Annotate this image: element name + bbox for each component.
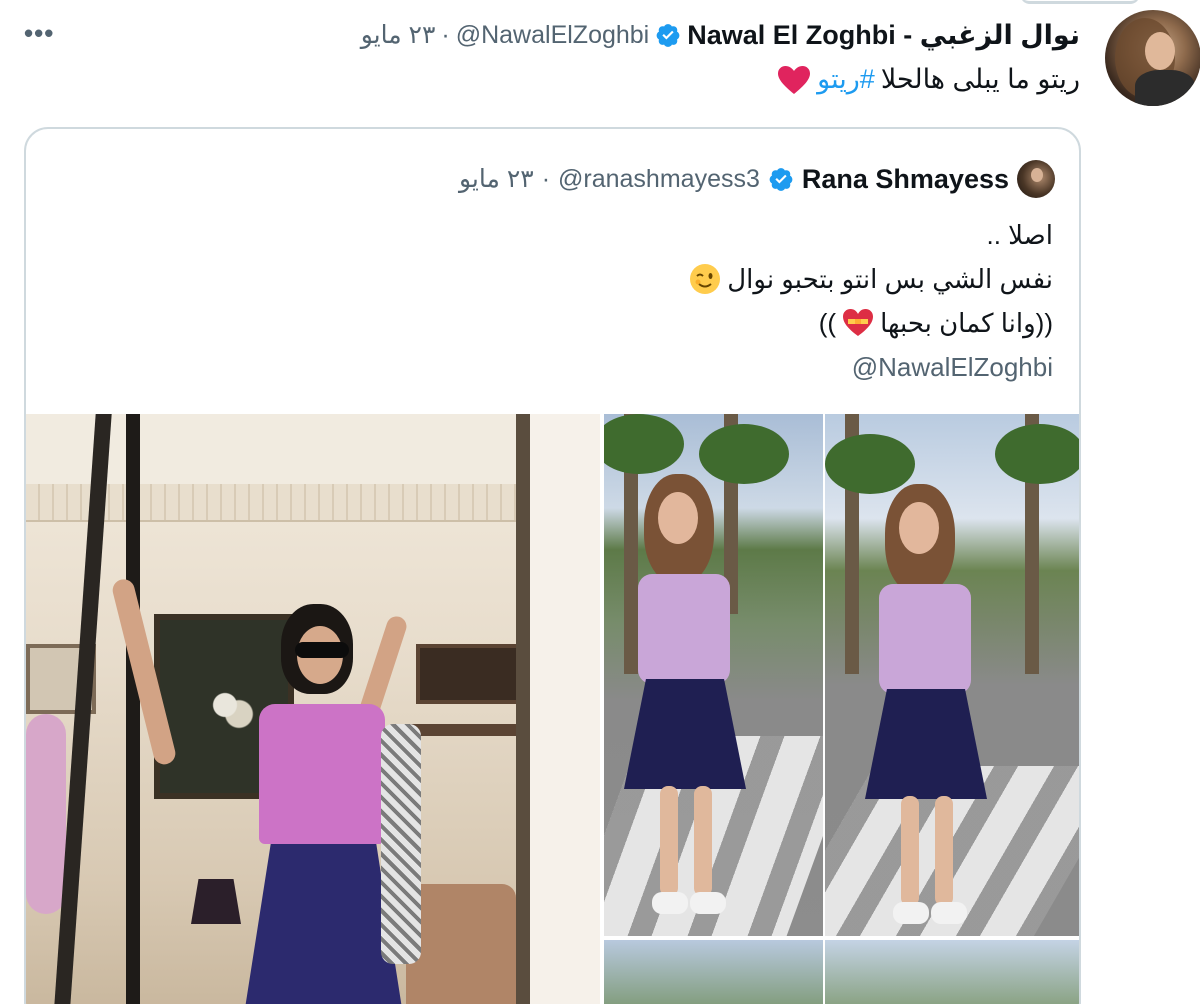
winking-face-emoji-icon xyxy=(690,264,721,294)
photo-collage-tile xyxy=(825,940,1079,1004)
separator-dot: · xyxy=(541,164,551,193)
quoted-tweet-card[interactable]: Rana Shmayess @ranashmayess3 · ٢٣ مايو ا… xyxy=(24,127,1081,1004)
photo-collage-tile xyxy=(825,414,1079,936)
quoted-line-1: اصلا .. xyxy=(986,220,1054,250)
quoted-photo-2[interactable] xyxy=(604,414,1079,1004)
quoted-photo-1[interactable] xyxy=(26,414,600,1004)
quoted-tweet-time[interactable]: ٢٣ مايو xyxy=(459,164,534,194)
author-avatar[interactable] xyxy=(1105,10,1200,106)
heart-with-ribbon-emoji-icon xyxy=(843,309,874,336)
tweet-text: ريتو ما يبلى هالحلا #ريتو xyxy=(777,64,1080,95)
red-heart-emoji-icon xyxy=(778,65,811,94)
quoted-line-2: نفس الشي بس انتو بتحبو نوال xyxy=(689,257,1053,301)
author-handle[interactable]: @NawalElZoghbi xyxy=(456,21,650,50)
tweet[interactable]: ••• Nawal El Zoghbi - نوال الزغبي @Nawal… xyxy=(0,0,1200,1004)
photo-collage-tile xyxy=(604,414,823,936)
quoted-tweet-text: اصلا .. نفس الشي بس انتو بتحبو نوال ((وا… xyxy=(689,213,1053,389)
verified-badge-icon xyxy=(656,24,680,47)
quoted-author-avatar[interactable] xyxy=(1017,160,1055,198)
quoted-line-4: @NawalElZoghbi xyxy=(689,345,1053,389)
more-icon[interactable]: ••• xyxy=(24,18,54,49)
tweet-header: Nawal El Zoghbi - نوال الزغبي @NawalElZo… xyxy=(361,18,1080,52)
mention-link[interactable]: @NawalElZoghbi xyxy=(852,345,1053,389)
verified-badge-icon xyxy=(769,168,793,191)
quoted-author-handle[interactable]: @ranashmayess3 xyxy=(558,165,760,194)
previous-tweet-edge xyxy=(1020,0,1140,4)
tweet-time[interactable]: ٢٣ مايو xyxy=(361,20,436,50)
tweet-body: ريتو ما يبلى هالحلا xyxy=(880,64,1080,94)
hashtag-link[interactable]: #ريتو xyxy=(817,64,875,95)
quoted-header: Rana Shmayess @ranashmayess3 · ٢٣ مايو xyxy=(459,159,1055,199)
author-name[interactable]: Nawal El Zoghbi - نوال الزغبي xyxy=(687,20,1080,51)
separator-dot: · xyxy=(441,20,450,49)
photo-collage-tile xyxy=(604,940,823,1004)
quoted-author-name[interactable]: Rana Shmayess xyxy=(802,164,1009,195)
quoted-line-3: ((وانا كمان بحبها )) xyxy=(818,308,1053,338)
